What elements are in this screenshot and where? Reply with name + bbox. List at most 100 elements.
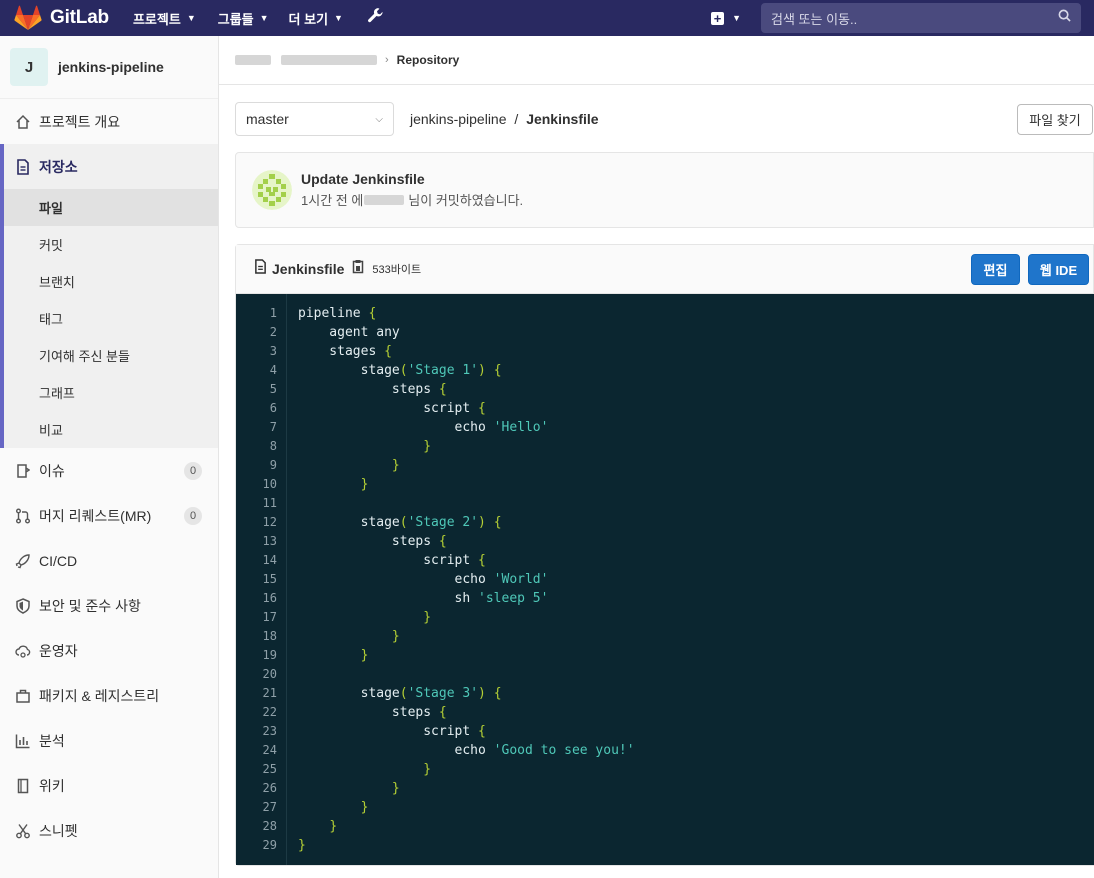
code-line: steps { [298,382,447,397]
copy-path-icon[interactable] [352,259,364,279]
commit-title[interactable]: Update Jenkinsfile [301,171,523,187]
code-line: stage('Stage 3') { [298,686,502,701]
sidebar-item-label: CI/CD [39,552,78,569]
line-number[interactable]: 2 [236,323,286,342]
line-number[interactable]: 22 [236,703,286,722]
admin-wrench-icon[interactable] [367,7,384,29]
search-input[interactable]: 검색 또는 이동.. [761,3,1081,33]
code-content: pipeline { agent any stages { stage('Sta… [298,294,635,855]
line-number[interactable]: 17 [236,608,286,627]
last-commit-panel: Update Jenkinsfile 1시간 전 에 님이 커밋하였습니다. [235,152,1094,228]
line-number[interactable]: 10 [236,475,286,494]
issues-count-badge: 0 [184,461,202,480]
file-name: Jenkinsfile [272,261,345,277]
line-number[interactable]: 15 [236,570,286,589]
sidebar-subitem-contributors[interactable]: 기여해 주신 분들 [4,337,218,374]
code-line: echo 'Good to see you!' [298,743,635,758]
code-line: } [360,477,369,492]
code-line: } [360,800,369,815]
file-path-bar: master ⌵ jenkins-pipeline / Jenkinsfile … [235,101,1093,137]
code-line: script { [298,724,486,739]
commit-author-redacted[interactable] [364,194,405,205]
line-number[interactable]: 18 [236,627,286,646]
line-number[interactable]: 20 [236,665,286,684]
line-number[interactable]: 4 [236,361,286,380]
sidebar-subitem-tags[interactable]: 태그 [4,300,218,337]
project-name: jenkins-pipeline [58,59,164,75]
sidebar-item-label: 스니펫 [39,822,78,839]
line-number[interactable]: 11 [236,494,286,513]
line-number[interactable]: 19 [236,646,286,665]
line-number[interactable]: 8 [236,437,286,456]
code-line: } [360,648,369,663]
line-number[interactable]: 12 [236,513,286,532]
sidebar-subitem-commits[interactable]: 커밋 [4,226,218,263]
nav-groups-label: 그룹들 [217,11,254,27]
line-number[interactable]: 24 [236,741,286,760]
commit-meta-suffix: 님이 커밋하였습니다. [408,193,524,208]
book-icon [15,778,31,794]
line-number[interactable]: 6 [236,399,286,418]
file-size: 533바이트 [372,264,422,276]
gitlab-logo[interactable]: GitLab [14,5,109,31]
sidebar-item-issues[interactable]: 이슈 0 [0,448,218,493]
project-header[interactable]: J jenkins-pipeline [0,36,218,99]
sidebar-item-packages[interactable]: 패키지 & 레지스트리 [0,673,218,718]
line-number[interactable]: 23 [236,722,286,741]
sidebar-item-label: 프로젝트 개요 [39,113,121,130]
branch-select[interactable]: master ⌵ [235,102,394,136]
sidebar-item-cicd[interactable]: CI/CD [0,538,218,583]
code-line: stage('Stage 1') { [298,363,502,378]
path-separator: / [514,111,519,127]
breadcrumb-project-redacted[interactable] [281,55,377,65]
breadcrumb-namespace-redacted[interactable] [235,55,271,65]
sidebar-subitem-branches[interactable]: 브랜치 [4,263,218,300]
line-number[interactable]: 26 [236,779,286,798]
sidebar-item-snippets[interactable]: 스니펫 [0,808,218,853]
path-file: Jenkinsfile [526,111,599,127]
line-number[interactable]: 14 [236,551,286,570]
line-number[interactable]: 5 [236,380,286,399]
user-avatar[interactable] [252,170,292,210]
sidebar-subitem-files[interactable]: 파일 [4,189,218,226]
web-ide-button[interactable]: 웹 IDE [1028,254,1089,285]
sidebar-item-label: 분석 [39,732,65,749]
edit-button[interactable]: 편집 [971,254,1020,285]
line-number[interactable]: 28 [236,817,286,836]
line-number[interactable]: 16 [236,589,286,608]
nav-groups[interactable]: 그룹들 ▼ [218,9,269,28]
line-number[interactable]: 7 [236,418,286,437]
line-number[interactable]: 29 [236,836,286,855]
sidebar-item-security[interactable]: 보안 및 준수 사항 [0,583,218,628]
sidebar-item-label: 패키지 & 레지스트리 [39,687,160,704]
breadcrumb-current[interactable]: Repository [397,53,460,67]
line-number[interactable]: 21 [236,684,286,703]
line-number[interactable]: 27 [236,798,286,817]
line-number[interactable]: 1 [236,304,286,323]
sidebar-item-analytics[interactable]: 분석 [0,718,218,763]
sidebar-item-merge-requests[interactable]: 머지 리퀘스트(MR) 0 [0,493,218,538]
code-line: echo 'World' [298,572,549,587]
line-number[interactable]: 9 [236,456,286,475]
merge-request-icon [15,508,31,524]
code-line: } [391,629,400,644]
file-icon [254,259,267,279]
nav-projects[interactable]: 프로젝트 ▼ [133,9,196,28]
sidebar-item-overview[interactable]: 프로젝트 개요 [0,99,218,144]
project-avatar: J [10,48,48,86]
new-item-dropdown[interactable]: + ▼ [711,11,741,25]
line-number[interactable]: 25 [236,760,286,779]
line-number[interactable]: 3 [236,342,286,361]
sidebar-subitem-compare[interactable]: 비교 [4,411,218,448]
sidebar-item-wiki[interactable]: 위키 [0,763,218,808]
sidebar-item-operations[interactable]: 운영자 [0,628,218,673]
chevron-right-icon: › [385,54,389,66]
chevron-down-icon: ▼ [732,13,741,23]
nav-more[interactable]: 더 보기 ▼ [289,9,343,28]
path-project-link[interactable]: jenkins-pipeline [410,111,507,127]
find-file-button[interactable]: 파일 찾기 [1017,103,1093,135]
sidebar-item-repository[interactable]: 저장소 [4,144,218,189]
code-line: agent any [298,325,400,340]
sidebar-subitem-graph[interactable]: 그래프 [4,374,218,411]
line-number[interactable]: 13 [236,532,286,551]
